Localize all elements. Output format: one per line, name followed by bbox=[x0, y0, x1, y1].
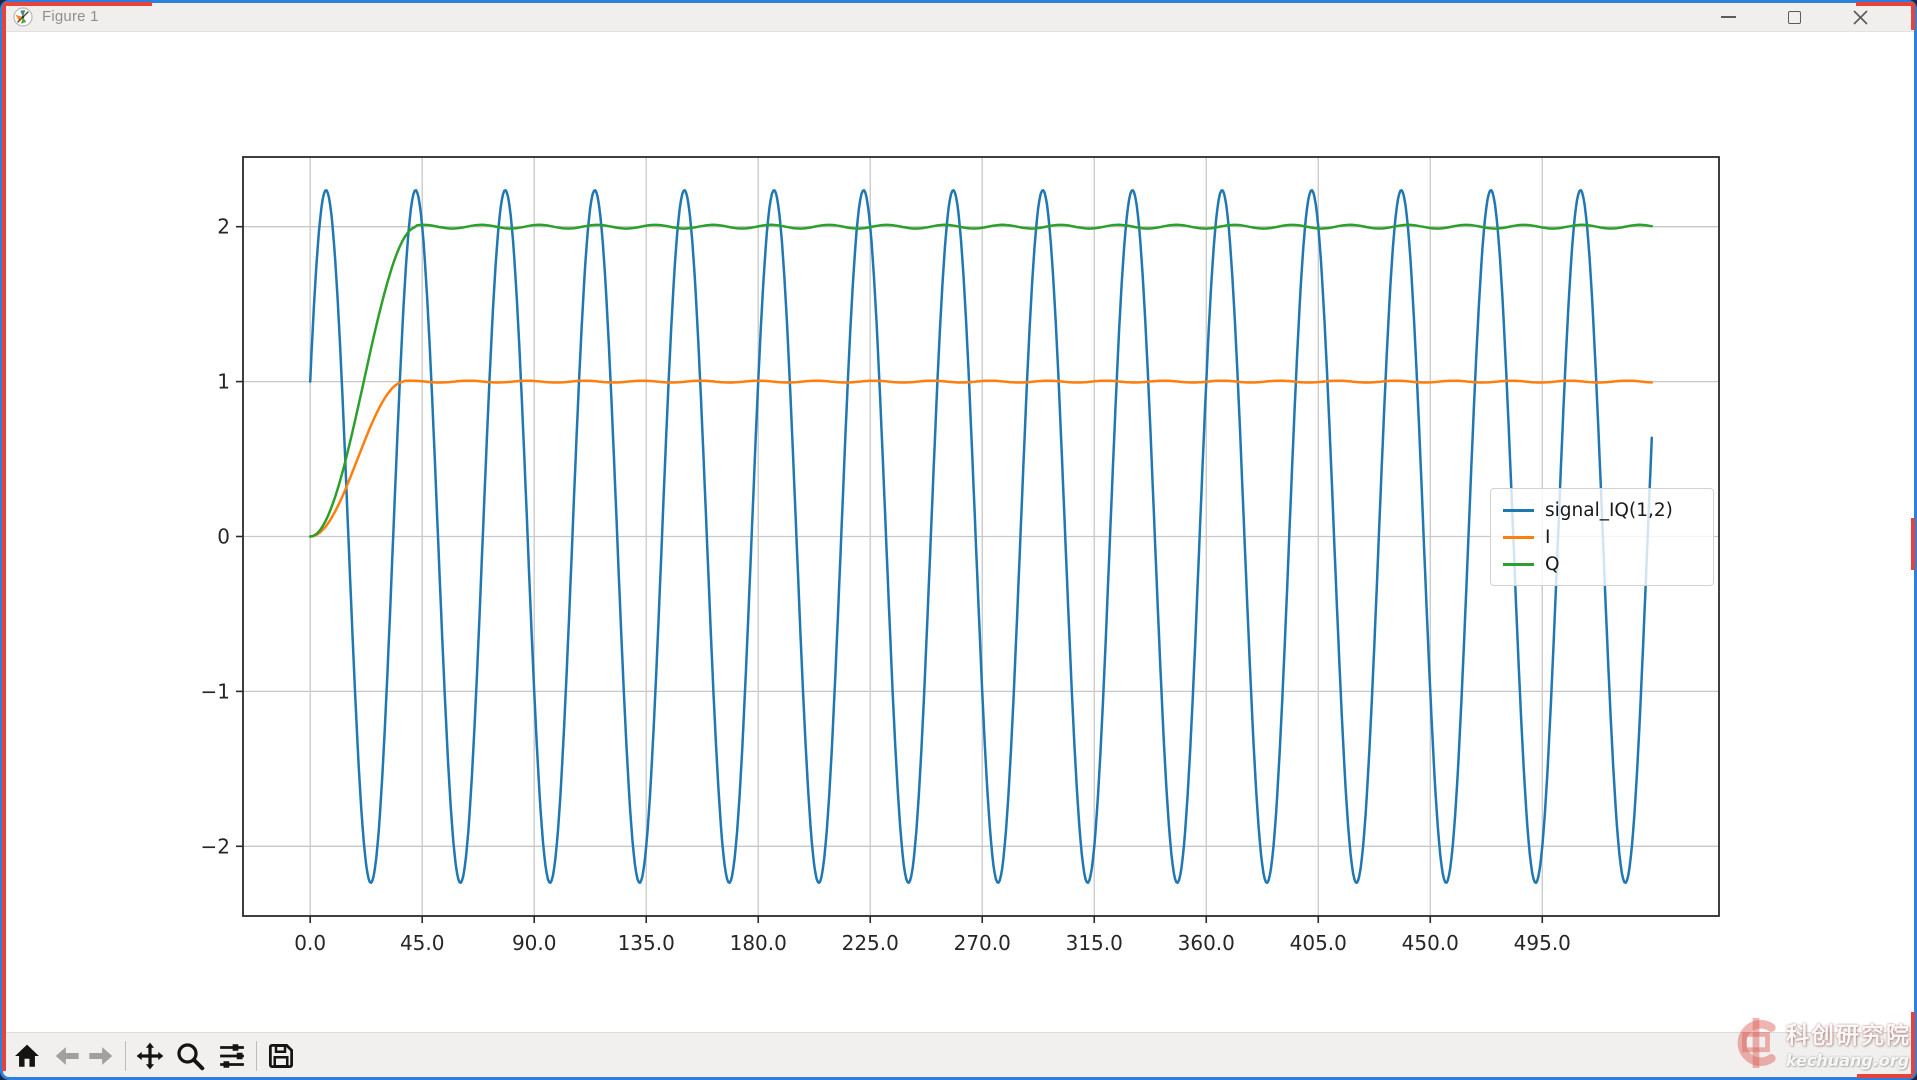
legend-label: I bbox=[1545, 527, 1550, 548]
y-tick-label: −1 bbox=[201, 679, 230, 703]
legend: signal_IQ(1,2) I Q bbox=[1490, 488, 1714, 586]
legend-line-swatch bbox=[1503, 509, 1534, 512]
pan-icon bbox=[135, 1041, 165, 1071]
x-tick-label: 495.0 bbox=[1514, 931, 1571, 955]
legend-line-swatch bbox=[1503, 536, 1534, 539]
legend-entry: I bbox=[1503, 524, 1713, 551]
x-tick-label: 270.0 bbox=[954, 931, 1011, 955]
x-tick-label: 405.0 bbox=[1290, 931, 1347, 955]
sliders-icon bbox=[217, 1041, 247, 1071]
window-title: Figure 1 bbox=[42, 8, 99, 25]
back-arrow-icon bbox=[53, 1042, 81, 1070]
home-button[interactable] bbox=[10, 1037, 44, 1075]
legend-label: Q bbox=[1545, 554, 1560, 575]
minimize-icon bbox=[1721, 16, 1736, 18]
toolbar-separator bbox=[125, 1041, 126, 1071]
legend-entry: signal_IQ(1,2) bbox=[1503, 497, 1713, 524]
titlebar[interactable]: Figure 1 bbox=[2, 2, 1915, 32]
x-tick-label: 45.0 bbox=[400, 931, 445, 955]
back-button[interactable] bbox=[50, 1037, 84, 1075]
legend-line-swatch bbox=[1503, 563, 1534, 566]
close-icon bbox=[1852, 9, 1869, 26]
legend-label: signal_IQ(1,2) bbox=[1545, 500, 1673, 521]
forward-button[interactable] bbox=[84, 1037, 118, 1075]
x-tick-label: 225.0 bbox=[842, 931, 899, 955]
maximize-button[interactable] bbox=[1761, 2, 1827, 32]
x-tick-label: 360.0 bbox=[1178, 931, 1235, 955]
x-tick-label: 450.0 bbox=[1402, 931, 1459, 955]
figure-window: Figure 1 0.0 45.0 90.0 135.0 180.0 225.0 270.0… bbox=[2, 2, 1915, 1078]
legend-entry: Q bbox=[1503, 551, 1713, 578]
x-tick-label: 0.0 bbox=[294, 931, 326, 955]
x-tick-label: 180.0 bbox=[730, 931, 787, 955]
figure-canvas: 0.0 45.0 90.0 135.0 180.0 225.0 270.0 315.0 360.… bbox=[2, 32, 1915, 1032]
maximize-icon bbox=[1788, 11, 1801, 24]
x-tick-label: 90.0 bbox=[512, 931, 557, 955]
matplotlib-logo-icon bbox=[13, 7, 33, 27]
navigation-toolbar bbox=[2, 1032, 1915, 1078]
series-line-I bbox=[310, 381, 1652, 537]
window-controls bbox=[1695, 2, 1893, 32]
close-button[interactable] bbox=[1827, 2, 1893, 32]
x-tick-label: 135.0 bbox=[618, 931, 675, 955]
zoom-button[interactable] bbox=[173, 1037, 207, 1075]
configure-subplots-button[interactable] bbox=[215, 1037, 249, 1075]
y-tick-label: −2 bbox=[201, 834, 230, 858]
forward-arrow-icon bbox=[87, 1042, 115, 1070]
y-tick-label: 1 bbox=[217, 370, 230, 394]
save-floppy-icon bbox=[266, 1041, 296, 1071]
y-tick-label: 2 bbox=[217, 215, 230, 239]
magnifier-icon bbox=[175, 1041, 205, 1071]
home-icon bbox=[13, 1042, 41, 1070]
y-tick-label: 0 bbox=[217, 525, 230, 549]
toolbar-separator bbox=[256, 1041, 257, 1071]
minimize-button[interactable] bbox=[1695, 2, 1761, 32]
pan-button[interactable] bbox=[133, 1037, 167, 1075]
x-tick-label: 315.0 bbox=[1066, 931, 1123, 955]
save-button[interactable] bbox=[264, 1037, 298, 1075]
